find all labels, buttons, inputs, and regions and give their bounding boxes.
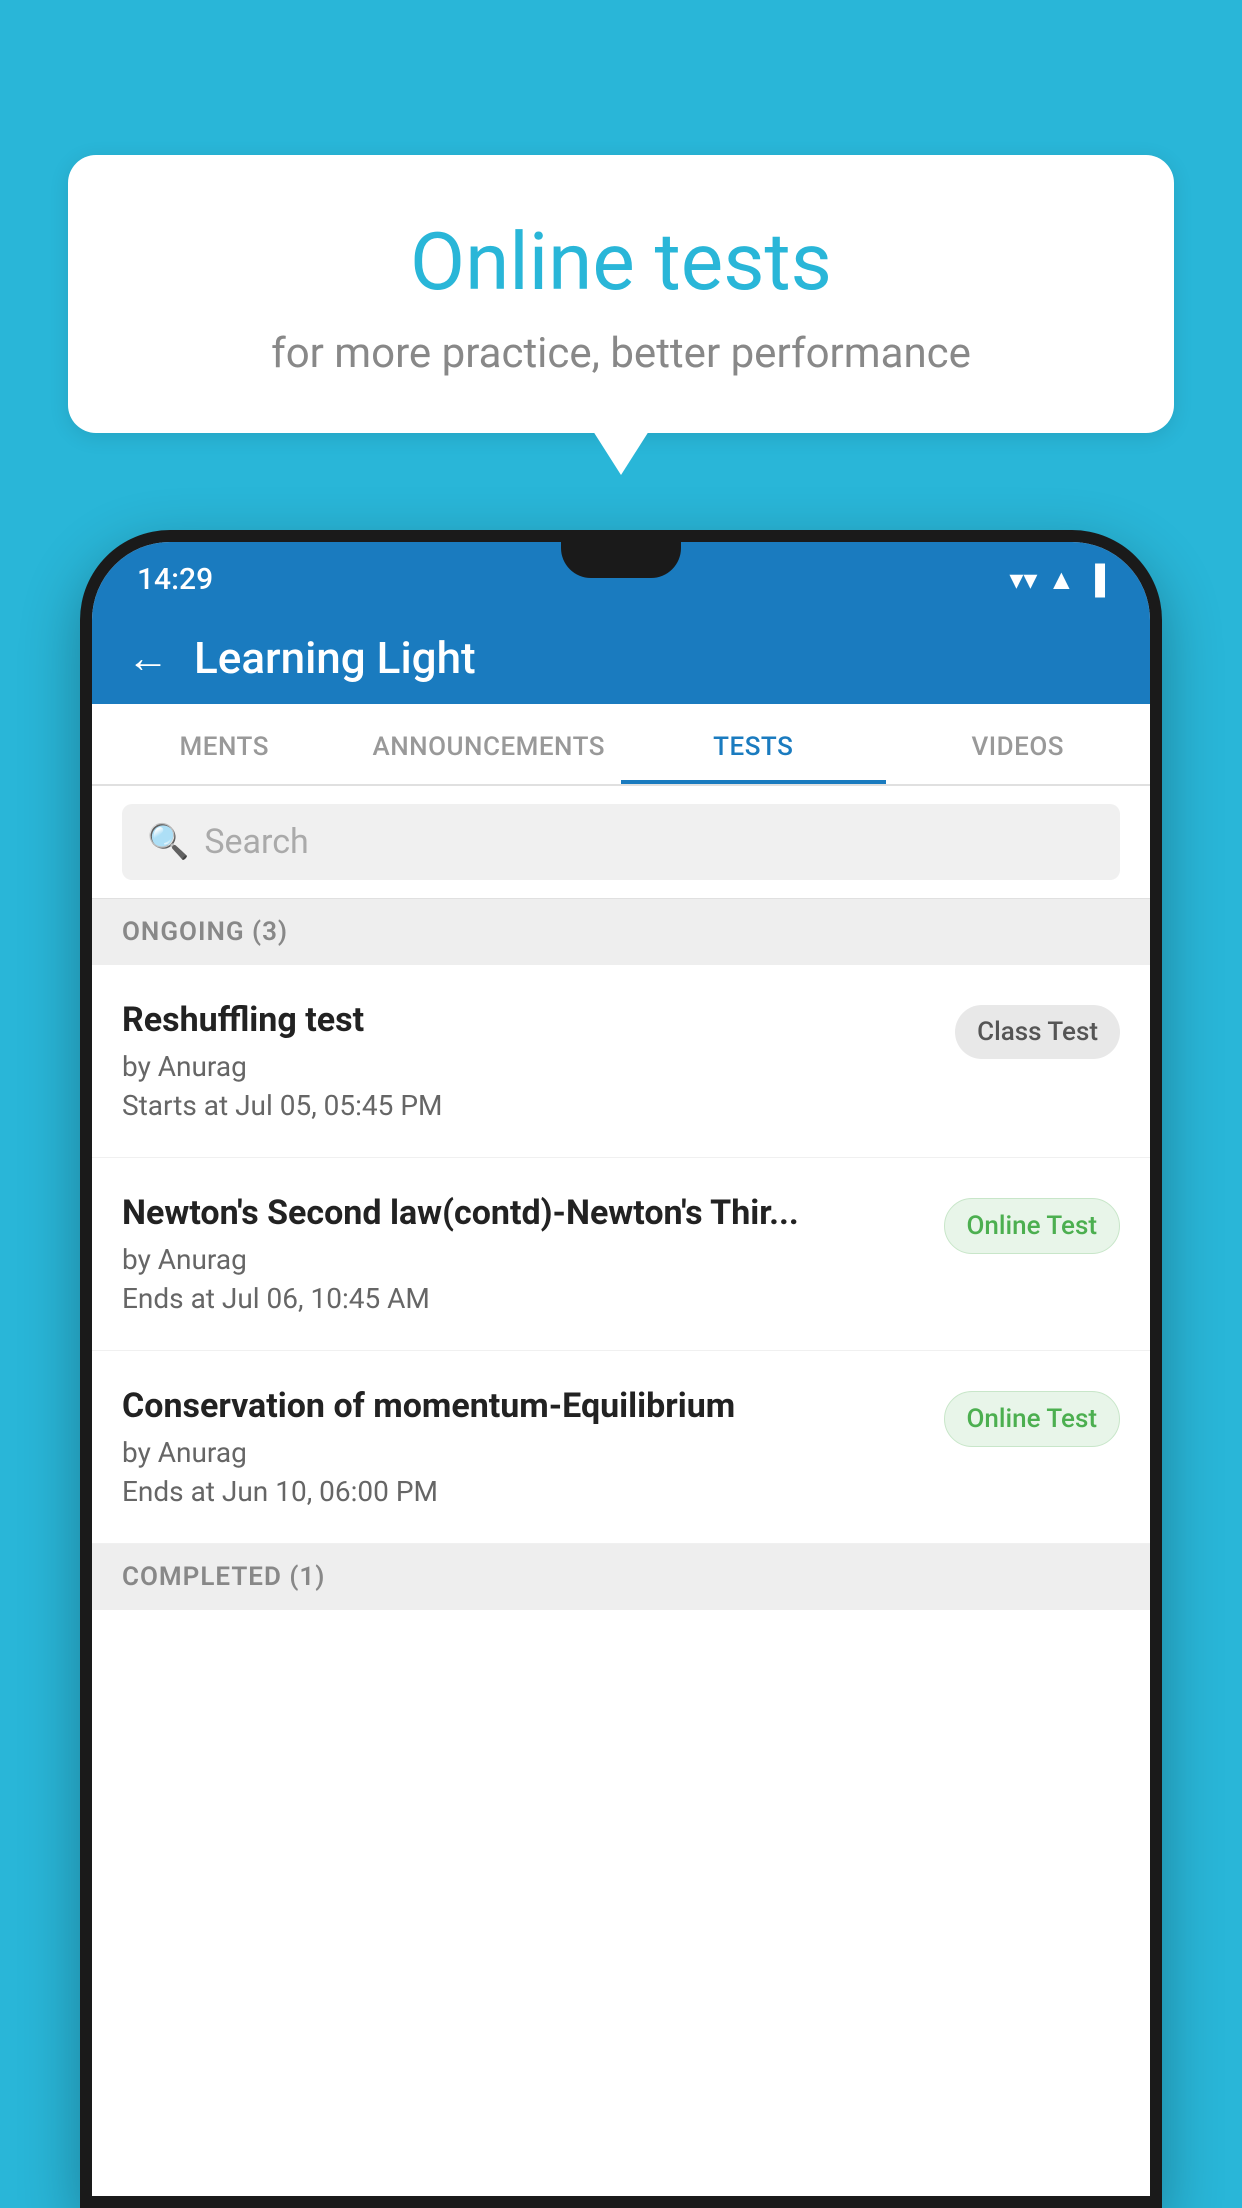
test-item-3[interactable]: Conservation of momentum-Equilibrium by … (92, 1351, 1150, 1544)
tab-tests[interactable]: TESTS (621, 704, 886, 784)
tabs-bar: MENTS ANNOUNCEMENTS TESTS VIDEOS (92, 704, 1150, 786)
app-bar: ← Learning Light (92, 612, 1150, 704)
test-name-1: Reshuffling test (122, 1000, 935, 1040)
tab-videos[interactable]: VIDEOS (886, 704, 1151, 784)
phone-frame: 14:29 ▾▾ ▲ ▐ ← Learning Light MENTS ANNO… (80, 530, 1162, 2208)
status-icons: ▾▾ ▲ ▐ (1009, 563, 1105, 596)
test-badge-1: Class Test (955, 1005, 1120, 1059)
test-info-2: Newton's Second law(contd)-Newton's Thir… (122, 1193, 944, 1315)
tab-announcements[interactable]: ANNOUNCEMENTS (357, 704, 622, 784)
bubble-title: Online tests (118, 215, 1124, 309)
test-name-2: Newton's Second law(contd)-Newton's Thir… (122, 1193, 924, 1233)
test-date-1: Starts at Jul 05, 05:45 PM (122, 1089, 935, 1122)
test-date-2: Ends at Jul 06, 10:45 AM (122, 1282, 924, 1315)
speech-bubble: Online tests for more practice, better p… (68, 155, 1174, 433)
completed-label: COMPLETED (1) (122, 1562, 325, 1592)
wifi-icon: ▾▾ (1009, 563, 1037, 596)
test-item-2[interactable]: Newton's Second law(contd)-Newton's Thir… (92, 1158, 1150, 1351)
tests-list: Reshuffling test by Anurag Starts at Jul… (92, 965, 1150, 2196)
test-name-3: Conservation of momentum-Equilibrium (122, 1386, 924, 1426)
tab-ments[interactable]: MENTS (92, 704, 357, 784)
test-info-3: Conservation of momentum-Equilibrium by … (122, 1386, 944, 1508)
test-author-2: by Anurag (122, 1243, 924, 1276)
test-author-1: by Anurag (122, 1050, 935, 1083)
test-badge-2: Online Test (944, 1198, 1121, 1254)
back-button[interactable]: ← (127, 634, 169, 683)
ongoing-label: ONGOING (3) (122, 917, 288, 947)
phone-screen: 14:29 ▾▾ ▲ ▐ ← Learning Light MENTS ANNO… (92, 542, 1150, 2196)
test-author-3: by Anurag (122, 1436, 924, 1469)
bubble-subtitle: for more practice, better performance (118, 329, 1124, 378)
test-item-1[interactable]: Reshuffling test by Anurag Starts at Jul… (92, 965, 1150, 1158)
test-badge-3: Online Test (944, 1391, 1121, 1447)
signal-icon: ▲ (1047, 563, 1075, 596)
phone-notch (561, 542, 681, 578)
completed-section-header: COMPLETED (1) (92, 1544, 1150, 1610)
ongoing-section-header: ONGOING (3) (92, 899, 1150, 965)
app-title: Learning Light (194, 632, 476, 684)
battery-icon: ▐ (1085, 563, 1105, 596)
search-input-wrapper[interactable]: 🔍 Search (122, 804, 1120, 880)
test-date-3: Ends at Jun 10, 06:00 PM (122, 1475, 924, 1508)
search-container: 🔍 Search (92, 786, 1150, 899)
status-time: 14:29 (137, 562, 213, 597)
test-info-1: Reshuffling test by Anurag Starts at Jul… (122, 1000, 955, 1122)
search-icon: 🔍 (147, 822, 189, 862)
search-placeholder: Search (204, 822, 308, 862)
